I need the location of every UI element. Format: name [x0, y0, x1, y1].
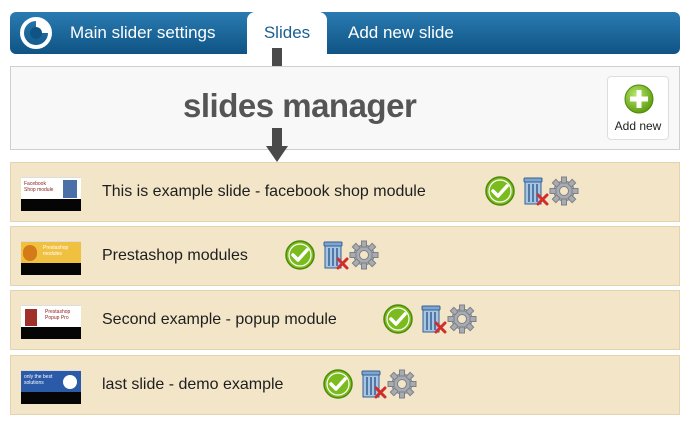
slide-row: Prestashop modules Prestashop modules — [10, 226, 680, 286]
arrow-down-icon — [266, 128, 288, 162]
gear-icon[interactable] — [548, 175, 580, 207]
thumbnail-caption: Prestashop modules — [43, 245, 69, 257]
gear-icon[interactable] — [348, 239, 380, 271]
trash-delete-icon[interactable] — [518, 175, 550, 207]
trash-delete-icon[interactable] — [356, 368, 388, 400]
app-logo-icon — [20, 17, 52, 49]
add-new-label: Add new — [614, 119, 662, 133]
gear-icon[interactable] — [386, 368, 418, 400]
tab-main-slider-settings[interactable]: Main slider settings — [70, 12, 216, 54]
trash-delete-icon[interactable] — [318, 239, 350, 271]
slide-thumbnail[interactable]: Prestashop Popup Pro — [21, 305, 81, 339]
slide-thumbnail[interactable]: only the best solutions — [21, 370, 81, 404]
check-circle-icon[interactable] — [484, 175, 516, 207]
page-title: slides manager — [183, 87, 417, 124]
plus-circle-icon — [624, 84, 654, 114]
trash-delete-icon[interactable] — [416, 303, 448, 335]
add-new-button[interactable]: Add new — [607, 76, 669, 140]
slides-manager-panel: slides manager Add new — [10, 66, 680, 150]
thumbnail-caption: Prestashop Popup Pro — [45, 309, 71, 321]
slide-title: last slide - demo example — [102, 376, 284, 393]
slide-thumbnail[interactable]: Prestashop modules — [21, 241, 81, 275]
check-circle-icon[interactable] — [322, 368, 354, 400]
thumbnail-caption: only the best solutions — [24, 374, 53, 386]
slide-thumbnail[interactable]: Facebook Shop module — [21, 177, 81, 211]
top-nav-bar: Main slider settings Slides Add new slid… — [10, 12, 680, 54]
slide-title: This is example slide - facebook shop mo… — [102, 183, 426, 200]
slide-title: Second example - popup module — [102, 311, 337, 328]
slide-row: Prestashop Popup Pro Second example - po… — [10, 290, 680, 350]
thumbnail-caption: Facebook Shop module — [24, 181, 54, 193]
slide-title: Prestashop modules — [102, 247, 248, 264]
slide-row: only the best solutions last slide - dem… — [10, 355, 680, 415]
tab-add-new-slide[interactable]: Add new slide — [348, 12, 454, 54]
slide-row: Facebook Shop module This is example sli… — [10, 162, 680, 222]
gear-icon[interactable] — [446, 303, 478, 335]
check-circle-icon[interactable] — [284, 239, 316, 271]
check-circle-icon[interactable] — [382, 303, 414, 335]
